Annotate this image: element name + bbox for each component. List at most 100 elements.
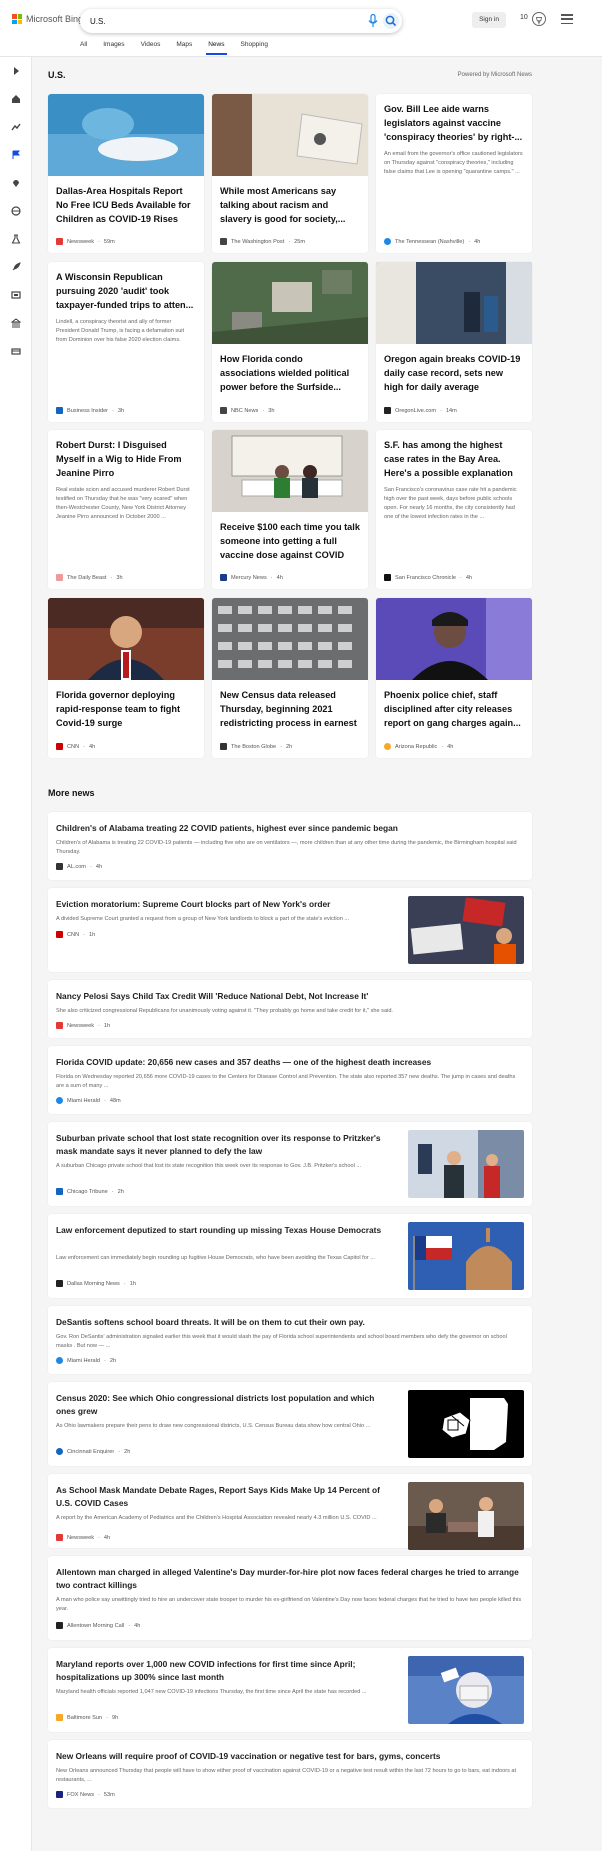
home-icon[interactable] [8,91,24,107]
news-card-title[interactable]: Dallas-Area Hospitals Report No Free ICU… [48,176,204,226]
bing-logo[interactable]: Microsoft Bing [12,14,83,24]
science-icon[interactable] [8,231,24,247]
source-time: 4h [95,863,103,870]
tab-images[interactable]: Images [103,40,124,56]
news-list-item[interactable]: As School Mask Mandate Debate Rages, Rep… [48,1474,532,1550]
news-card[interactable]: How Florida condo associations wielded p… [212,262,368,422]
news-card-image [212,262,368,344]
news-item-source: Cincinnati Enquirer · 2h [56,1448,130,1455]
news-list-item[interactable]: Census 2020: See which Ohio congressiona… [48,1382,532,1466]
news-card[interactable]: Oregon again breaks COVID-19 daily case … [376,262,532,422]
news-card-image [376,598,532,680]
news-card-title[interactable]: While most Americans say talking about r… [212,176,368,226]
source-name: Allentown Morning Call [67,1622,125,1629]
news-card[interactable]: While most Americans say talking about r… [212,94,368,253]
news-item-title[interactable]: Eviction moratorium: Supreme Court block… [56,898,396,911]
tab-videos[interactable]: Videos [141,40,161,56]
news-item-title[interactable]: Nancy Pelosi Says Child Tax Credit Will … [56,990,522,1003]
news-list-item[interactable]: Children's of Alabama treating 22 COVID … [48,812,532,880]
news-item-title[interactable]: Suburban private school that lost state … [56,1132,396,1158]
source-time: 4h [447,743,454,750]
news-card[interactable]: Florida governor deploying rapid-respons… [48,598,204,758]
news-item-source: FOX News · 53m [56,1791,115,1798]
news-card-title[interactable]: Oregon again breaks COVID-19 daily case … [376,344,532,394]
news-card-title[interactable]: New Census data released Thursday, begin… [212,680,368,730]
tab-maps[interactable]: Maps [176,40,192,56]
search-input[interactable] [90,13,340,29]
news-card-image [212,94,368,176]
source-time: 4h [276,574,283,581]
news-item-description: She also criticized congressional Republ… [56,1008,393,1014]
news-card[interactable]: Robert Durst: I Disguised Myself in a Wi… [48,430,204,589]
news-card-title[interactable]: S.F. has among the highest case rates in… [376,430,532,480]
news-list-item[interactable]: Law enforcement deputized to start round… [48,1214,532,1298]
news-card[interactable]: S.F. has among the highest case rates in… [376,430,532,589]
globe-icon[interactable] [8,203,24,219]
news-card-title[interactable]: Florida governor deploying rapid-respons… [48,680,204,730]
news-item-title[interactable]: DeSantis softens school board threats. I… [56,1316,522,1329]
microsoft-logo-icon [12,14,22,24]
news-list-item[interactable]: DeSantis softens school board threats. I… [48,1306,532,1374]
news-item-title[interactable]: New Orleans will require proof of COVID-… [56,1750,522,1763]
news-list-item[interactable]: Eviction moratorium: Supreme Court block… [48,888,532,972]
news-item-thumbnail [408,1222,524,1290]
news-card-title[interactable]: A Wisconsin Republican pursuing 2020 'au… [48,262,204,312]
tab-news[interactable]: News [206,40,227,56]
news-item-title[interactable]: Florida COVID update: 20,656 new cases a… [56,1056,522,1069]
source-logo-icon [384,574,391,581]
news-card[interactable]: A Wisconsin Republican pursuing 2020 'au… [48,262,204,422]
news-list-item[interactable]: Maryland reports over 1,000 new COVID in… [48,1648,532,1732]
entertainment-icon[interactable] [8,287,24,303]
hamburger-menu-icon[interactable] [561,14,573,24]
tab-shopping[interactable]: Shopping [241,40,268,56]
news-card-title[interactable]: Gov. Bill Lee aide warns legislators aga… [376,94,532,144]
rewards-icon[interactable] [532,12,546,26]
source-logo-icon [220,743,227,750]
source-name: The Daily Beast [67,574,107,581]
news-item-title[interactable]: Children's of Alabama treating 22 COVID … [56,822,522,835]
microphone-icon[interactable] [368,14,378,28]
source-name: Newsweek [67,238,95,245]
location-icon[interactable] [8,175,24,191]
news-item-title[interactable]: As School Mask Mandate Debate Rages, Rep… [56,1484,396,1510]
news-card[interactable]: Dallas-Area Hospitals Report No Free ICU… [48,94,204,253]
rocket-icon[interactable] [8,259,24,275]
flag-icon[interactable] [8,147,24,163]
news-card-title[interactable]: How Florida condo associations wielded p… [212,344,368,394]
news-card-title[interactable]: Phoenix police chief, staff disciplined … [376,680,532,730]
news-list-item[interactable]: Florida COVID update: 20,656 new cases a… [48,1046,532,1114]
news-item-title[interactable]: Census 2020: See which Ohio congressiona… [56,1392,396,1418]
news-card-title[interactable]: Receive $100 each time you talk someone … [212,512,368,562]
source-time: 1h [103,1022,111,1029]
news-item-title[interactable]: Maryland reports over 1,000 new COVID in… [56,1658,396,1684]
source-logo-icon [384,238,391,245]
news-card-title[interactable]: Robert Durst: I Disguised Myself in a Wi… [48,430,204,480]
news-item-source: Miami Herald · 48m [56,1097,121,1104]
news-list-item[interactable]: Suburban private school that lost state … [48,1122,532,1206]
powered-by-label[interactable]: Powered by Microsoft News [458,72,532,78]
source-name: San Francisco Chronicle [395,574,456,581]
tab-all[interactable]: All [80,40,87,56]
news-item-source: Baltimore Sun · 9h [56,1714,118,1721]
news-item-title[interactable]: Allentown man charged in alleged Valenti… [56,1566,522,1592]
sign-in-button[interactable]: Sign in [472,12,506,28]
news-item-description: Gov. Ron DeSantis' administration signal… [56,1334,507,1349]
news-card[interactable]: Gov. Bill Lee aide warns legislators aga… [376,94,532,253]
news-item-source: Miami Herald · 2h [56,1357,116,1364]
news-list-item[interactable]: New Orleans will require proof of COVID-… [48,1740,532,1808]
source-logo-icon [56,1448,63,1455]
politics-icon[interactable] [8,315,24,331]
topics-icon[interactable] [8,119,24,135]
search-button[interactable] [383,13,399,29]
news-card[interactable]: Receive $100 each time you talk someone … [212,430,368,589]
expand-icon[interactable] [8,63,24,79]
news-card-image [48,598,204,680]
news-item-title[interactable]: Law enforcement deputized to start round… [56,1224,396,1237]
news-card[interactable]: New Census data released Thursday, begin… [212,598,368,758]
source-name: Dallas Morning News [67,1280,120,1287]
news-card[interactable]: Phoenix police chief, staff disciplined … [376,598,532,758]
money-icon[interactable] [8,343,24,359]
news-list-item[interactable]: Allentown man charged in alleged Valenti… [48,1556,532,1640]
news-list-item[interactable]: Nancy Pelosi Says Child Tax Credit Will … [48,980,532,1038]
news-card-source: NBC News · 3h [220,407,274,414]
